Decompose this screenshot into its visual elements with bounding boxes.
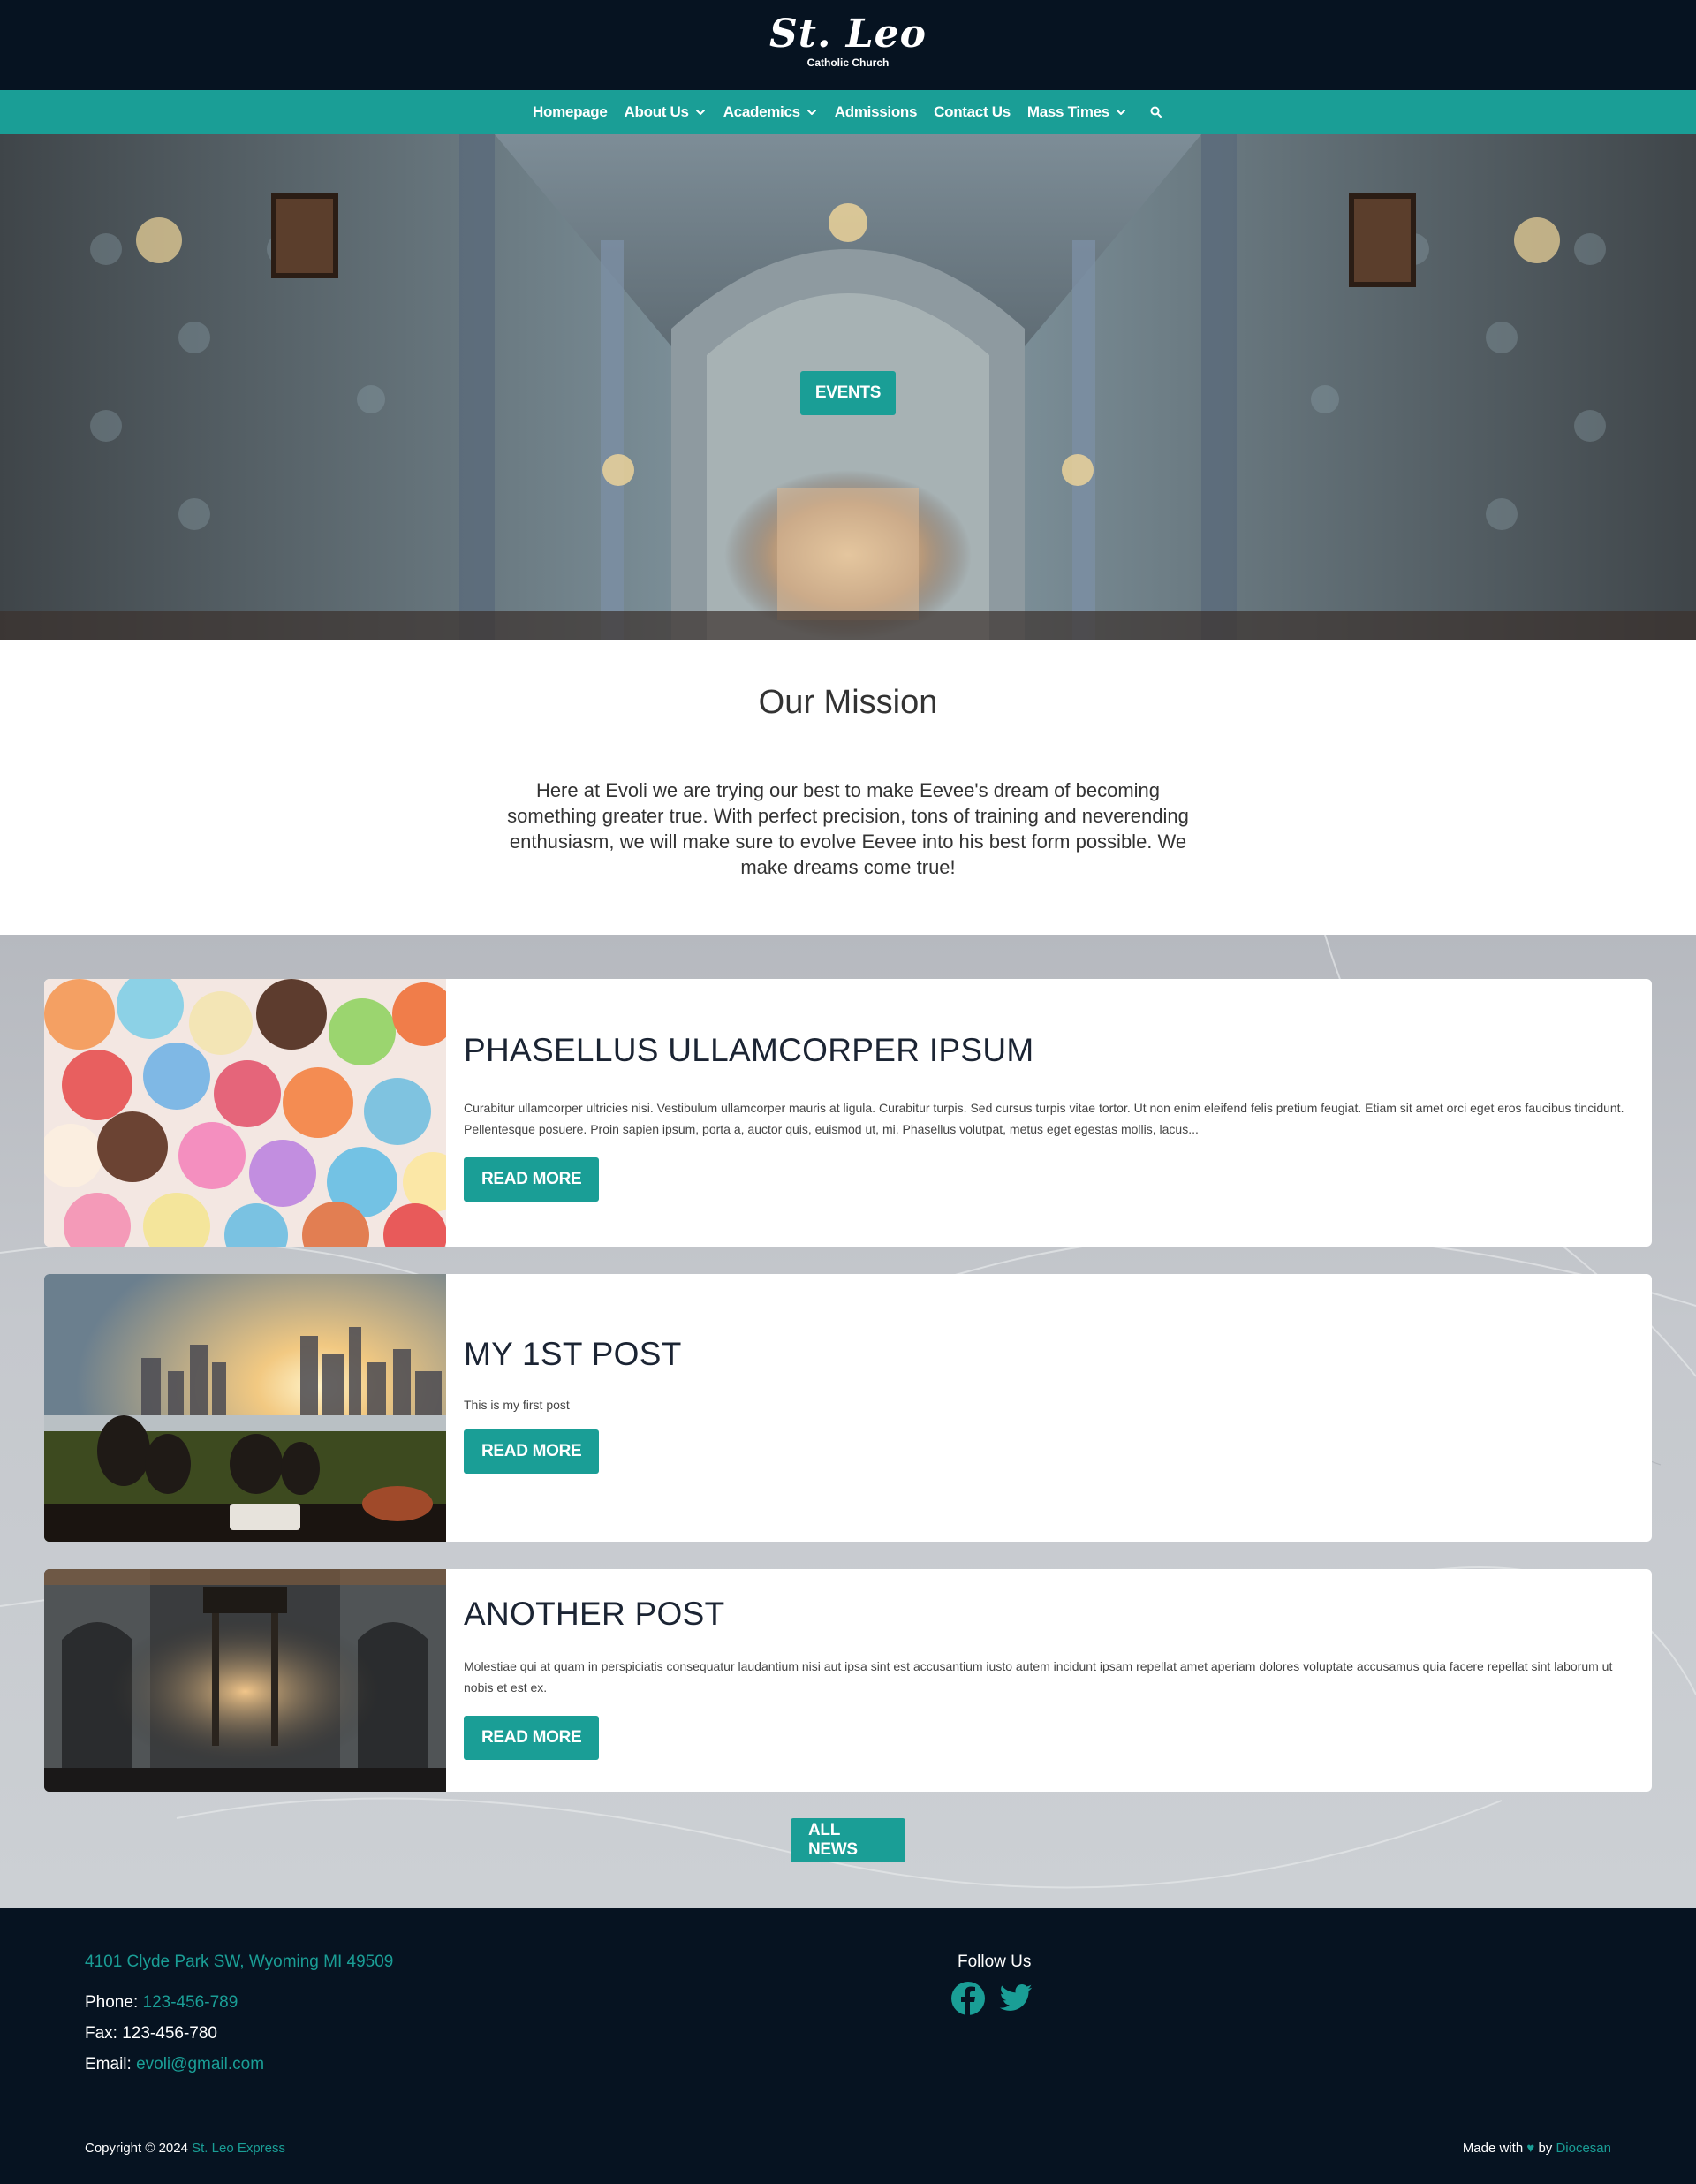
site-logo[interactable]: St. Leo Catholic Church xyxy=(0,11,1696,70)
copyright-link[interactable]: St. Leo Express xyxy=(192,2141,285,2156)
site-footer: 4101 Clyde Park SW, Wyoming MI 49509 Pho… xyxy=(0,1908,1696,2184)
nav-item-about-us[interactable]: About Us xyxy=(625,103,707,121)
post-title[interactable]: PHASELLUS ULLAMCORPER IPSUM xyxy=(464,1032,1625,1069)
post-excerpt: Curabitur ullamcorper ultricies nisi. Ve… xyxy=(464,1101,1624,1136)
follow-us-label: Follow Us xyxy=(958,1953,1032,1971)
search-icon[interactable] xyxy=(1149,105,1163,119)
nav-item-contact-us[interactable]: Contact Us xyxy=(934,103,1011,121)
phone-link[interactable]: 123-456-789 xyxy=(143,1993,238,2012)
hero-banner: EVENTS xyxy=(0,134,1696,640)
nav-item-label: Mass Times xyxy=(1026,103,1109,120)
post-title[interactable]: MY 1ST POST xyxy=(464,1336,1625,1373)
copyright: Copyright © 2024 St. Leo Express xyxy=(85,2141,285,2156)
nav-item-label: Homepage xyxy=(533,103,608,120)
footer-fax: Fax: 123-456-780 xyxy=(85,2024,217,2043)
nav-item-mass-times[interactable]: Mass Times xyxy=(1027,103,1127,121)
facebook-icon[interactable] xyxy=(950,1981,986,2016)
social-icons xyxy=(950,1981,1034,2016)
read-more-button[interactable]: READ MORE xyxy=(464,1429,600,1474)
nav-item-label: Academics xyxy=(723,103,800,120)
copyright-text: Copyright © 2024 xyxy=(85,2141,188,2156)
site-header: St. Leo Catholic Church xyxy=(0,0,1696,90)
events-button[interactable]: EVENTS xyxy=(800,371,896,415)
made-by-link[interactable]: Diocesan xyxy=(1556,2141,1611,2156)
nav-item-label: Admissions xyxy=(834,103,918,120)
made-with-text: Made with xyxy=(1462,2141,1524,2156)
all-news-button[interactable]: ALL NEWS xyxy=(791,1818,905,1862)
news-section: PHASELLUS ULLAMCORPER IPSUM Curabitur ul… xyxy=(0,935,1696,1908)
post-excerpt: Molestiae qui at quam in perspiciatis co… xyxy=(464,1659,1613,1695)
footer-address[interactable]: 4101 Clyde Park SW, Wyoming MI 49509 xyxy=(85,1953,393,1972)
main-nav: Homepage About Us Academics Admissions Conta… xyxy=(0,90,1696,134)
post-title[interactable]: ANOTHER POST xyxy=(464,1596,1625,1633)
twitter-icon[interactable] xyxy=(998,1981,1034,2016)
nav-item-label: About Us xyxy=(624,103,689,120)
heart-icon: ♥ xyxy=(1526,2141,1535,2156)
mission-text: Here at Evoli we are trying our best to … xyxy=(507,779,1189,878)
logo-subtitle: Catholic Church xyxy=(806,57,890,69)
nav-item-homepage[interactable]: Homepage xyxy=(533,103,608,121)
logo-name: St. Leo xyxy=(768,11,927,57)
read-more-button[interactable]: READ MORE xyxy=(464,1716,600,1760)
footer-phone: Phone: 123-456-789 xyxy=(85,1993,238,2013)
footer-email: Email: evoli@gmail.com xyxy=(85,2055,264,2074)
post-image-basilica-interior[interactable] xyxy=(44,1569,446,1792)
email-label: Email: xyxy=(85,2055,132,2074)
made-with: Made with ♥ by Diocesan xyxy=(1463,2141,1611,2156)
phone-label: Phone: xyxy=(85,1993,139,2012)
post-card: PHASELLUS ULLAMCORPER IPSUM Curabitur ul… xyxy=(44,979,1652,1247)
chevron-down-icon xyxy=(806,110,816,115)
post-image-macarons[interactable] xyxy=(44,979,446,1247)
mission-title: Our Mission xyxy=(758,684,938,721)
nav-item-label: Contact Us xyxy=(934,103,1011,120)
post-image-city-sunset[interactable] xyxy=(44,1274,446,1542)
post-card: ANOTHER POST Molestiae qui at quam in pe… xyxy=(44,1569,1652,1792)
email-link[interactable]: evoli@gmail.com xyxy=(136,2055,264,2074)
nav-item-academics[interactable]: Academics xyxy=(723,103,818,121)
made-by-text: by xyxy=(1538,2141,1553,2156)
read-more-button[interactable]: READ MORE xyxy=(464,1157,600,1202)
chevron-down-icon xyxy=(695,110,705,115)
nav-item-admissions[interactable]: Admissions xyxy=(834,103,918,121)
post-excerpt: This is my first post xyxy=(464,1398,570,1412)
chevron-down-icon xyxy=(1116,110,1125,115)
post-card: MY 1ST POST This is my first post READ M… xyxy=(44,1274,1652,1542)
